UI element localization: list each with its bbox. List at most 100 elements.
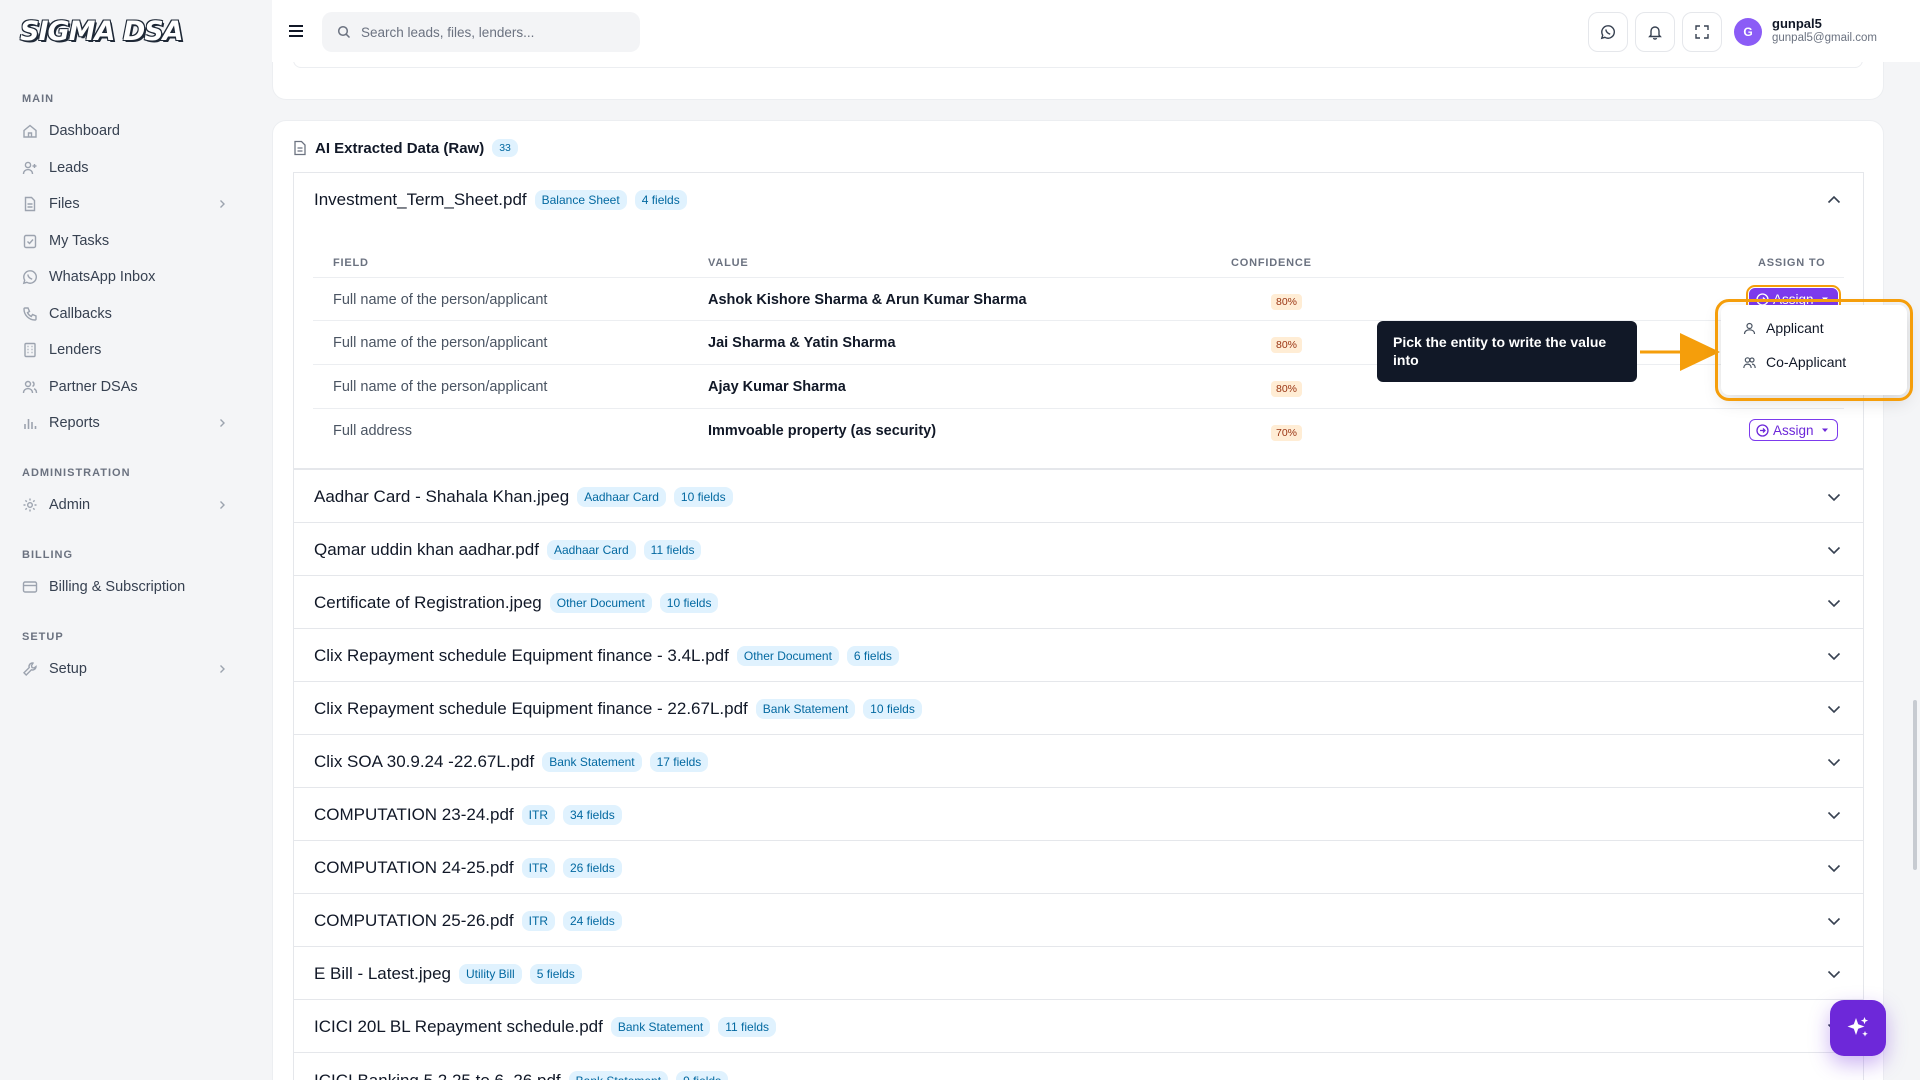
file-name: Investment_Term_Sheet.pdf <box>314 189 527 209</box>
dropdown-item-co-applicant[interactable]: Co-Applicant <box>1721 345 1907 379</box>
chevron-down-icon[interactable] <box>1825 753 1843 771</box>
accordion-header[interactable]: Aadhar Card - Shahala Khan.jpeg Aadhaar C… <box>294 470 1863 523</box>
chevron-down-icon[interactable] <box>1825 594 1843 612</box>
field-count-tag: 10 fields <box>659 592 719 613</box>
chevron-down-icon[interactable] <box>1825 965 1843 983</box>
brand-logo[interactable]: SIGMA DSA <box>20 16 184 47</box>
field-count-tag: 11 fields <box>718 1016 777 1037</box>
field-count-tag: 10 fields <box>673 486 733 507</box>
doc-type-tag: ITR <box>521 857 555 878</box>
column-header-field: FIELD <box>333 257 369 269</box>
chevron-down-icon[interactable] <box>1825 647 1843 665</box>
sidebar-item-files[interactable]: Files <box>22 189 228 219</box>
doc-type-tag: ITR <box>521 910 555 931</box>
dropdown-item-label: Applicant <box>1766 320 1824 336</box>
field-count-tag: 24 fields <box>563 910 622 931</box>
sidebar-item-setup[interactable]: Setup <box>22 654 228 684</box>
sidebar-item-callbacks[interactable]: Callbacks <box>22 299 228 329</box>
ai-assistant-button[interactable] <box>1830 1000 1886 1056</box>
menu-icon[interactable] <box>284 19 308 43</box>
accordion-header[interactable]: COMPUTATION 25-26.pdf ITR 24 fields <box>294 894 1863 947</box>
sidebar-item-lenders[interactable]: Lenders <box>22 335 228 365</box>
scrollbar[interactable] <box>1913 700 1917 870</box>
table-row: Full address Immvoable property (as secu… <box>313 409 1844 453</box>
arrow-circle-icon <box>1756 292 1769 306</box>
topbar: G gunpal5 gunpal5@gmail.com <box>272 0 1920 62</box>
field-count-tag: 11 fields <box>643 539 702 560</box>
file-accordion: COMPUTATION 23-24.pdf ITR 34 fields <box>293 787 1864 842</box>
credit-card-icon <box>22 581 38 593</box>
sidebar-item-my-tasks[interactable]: My Tasks <box>22 226 228 256</box>
confidence-badge: 80% <box>1271 337 1303 353</box>
confidence-badge: 70% <box>1271 425 1303 441</box>
gear-icon <box>23 498 37 512</box>
field-count-tag: 5 fields <box>529 963 582 984</box>
chevron-down-icon[interactable] <box>1825 488 1843 506</box>
accordion-header[interactable]: ICICI 20L BL Repayment schedule.pdf Bank … <box>294 1000 1863 1053</box>
accordion-header[interactable]: Clix Repayment schedule Equipment financ… <box>294 682 1863 735</box>
file-name: E Bill - Latest.jpeg <box>314 963 452 983</box>
accordion-header[interactable]: Clix SOA 30.9.24 -22.67L.pdf Bank Stateme… <box>294 735 1863 788</box>
sidebar-item-partner-dsas[interactable]: Partner DSAs <box>22 372 228 402</box>
doc-type-tag: Aadhaar Card <box>577 486 666 507</box>
search-input[interactable] <box>361 24 611 40</box>
file-accordion: E Bill - Latest.jpeg Utility Bill 5 fields <box>293 946 1864 1001</box>
file-name: COMPUTATION 25-26.pdf <box>314 910 514 930</box>
field-count-tag: 17 fields <box>649 751 709 772</box>
sidebar-item-label: WhatsApp Inbox <box>49 269 156 285</box>
chevron-down-icon[interactable] <box>1825 912 1843 930</box>
search-icon <box>337 25 351 39</box>
file-name: COMPUTATION 23-24.pdf <box>314 804 514 824</box>
column-header-assign-to: ASSIGN TO <box>1758 257 1826 269</box>
sidebar-item-billing[interactable]: Billing & Subscription <box>22 572 228 602</box>
chevron-up-icon[interactable] <box>1825 191 1843 209</box>
accordion-header[interactable]: E Bill - Latest.jpeg Utility Bill 5 fields <box>294 947 1863 1000</box>
chevron-down-icon[interactable] <box>1825 541 1843 559</box>
chevron-right-icon <box>220 665 225 673</box>
file-name: Clix Repayment schedule Equipment financ… <box>314 698 748 718</box>
nav-section-billing: BILLING <box>22 549 73 561</box>
accordion-header[interactable]: COMPUTATION 23-24.pdf ITR 34 fields <box>294 788 1863 841</box>
accordion-header[interactable]: Qamar uddin khan aadhar.pdf Aadhaar Card 1… <box>294 523 1863 576</box>
avatar[interactable]: G <box>1734 18 1762 46</box>
accordion-header[interactable]: COMPUTATION 24-25.pdf ITR 26 fields <box>294 841 1863 894</box>
user-icon <box>1743 322 1756 334</box>
sidebar-item-admin[interactable]: Admin <box>22 490 228 520</box>
file-accordion: COMPUTATION 25-26.pdf ITR 24 fields <box>293 893 1864 948</box>
sidebar-item-label: Billing & Subscription <box>49 579 186 595</box>
sidebar-item-whatsapp-inbox[interactable]: WhatsApp Inbox <box>22 262 228 292</box>
section-title: AI Extracted Data (Raw) 33 <box>293 139 518 157</box>
whatsapp-button[interactable] <box>1588 12 1628 52</box>
sidebar-item-reports[interactable]: Reports <box>22 408 228 438</box>
dropdown-item-applicant[interactable]: Applicant <box>1721 311 1907 345</box>
accordion-header[interactable]: Clix Repayment schedule Equipment financ… <box>294 629 1863 682</box>
sidebar-item-dashboard[interactable]: Dashboard <box>22 116 228 146</box>
accordion-header[interactable]: ICICI Banking 5.2.25 to 6..26.pdf Bank St… <box>294 1053 1863 1080</box>
users-icon <box>22 380 38 394</box>
field-count-tag: 4 fields <box>634 189 687 210</box>
chevron-down-icon[interactable] <box>1825 859 1843 877</box>
doc-type-tag: Bank Statement <box>610 1016 711 1037</box>
file-name: Certificate of Registration.jpeg <box>314 592 542 612</box>
chevron-down-icon[interactable] <box>1825 806 1843 824</box>
search-bar[interactable] <box>322 12 640 52</box>
table-row: Full name of the person/applicant Ashok … <box>313 277 1844 321</box>
fullscreen-icon <box>1695 25 1709 39</box>
sidebar-item-label: Leads <box>49 160 89 176</box>
doc-type-tag: ITR <box>521 804 555 825</box>
file-accordion: ICICI Banking 5.2.25 to 6..26.pdf Bank St… <box>293 1052 1864 1080</box>
assign-button[interactable]: Assign <box>1749 419 1838 441</box>
notifications-button[interactable] <box>1635 12 1675 52</box>
fullscreen-button[interactable] <box>1682 12 1722 52</box>
file-accordion: ICICI 20L BL Repayment schedule.pdf Bank … <box>293 999 1864 1054</box>
field-count-tag: 6 fields <box>846 645 899 666</box>
building-icon <box>24 342 36 358</box>
user-name[interactable]: gunpal5 <box>1772 16 1822 31</box>
accordion-header[interactable]: Investment_Term_Sheet.pdf Balance Sheet … <box>294 173 1863 226</box>
accordion-header[interactable]: Certificate of Registration.jpeg Other Do… <box>294 576 1863 629</box>
sidebar-item-leads[interactable]: Leads <box>22 153 228 183</box>
file-accordion: Qamar uddin khan aadhar.pdf Aadhaar Card 1… <box>293 522 1864 577</box>
chevron-down-icon[interactable] <box>1825 700 1843 718</box>
doc-type-tag: Other Document <box>736 645 839 666</box>
field-count-tag: 9 fields <box>676 1071 729 1080</box>
